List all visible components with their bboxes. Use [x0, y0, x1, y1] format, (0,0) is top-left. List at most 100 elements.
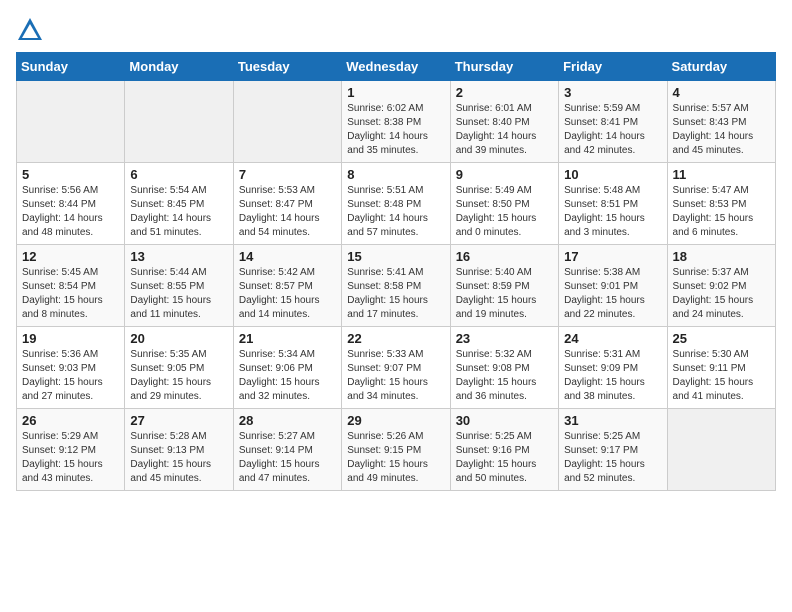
day-cell: 29 Sunrise: 5:26 AM Sunset: 9:15 PM Dayli…: [342, 409, 450, 491]
day-number: 27: [130, 413, 227, 428]
header-cell-thursday: Thursday: [450, 53, 558, 81]
day-info: Sunrise: 5:35 AM Sunset: 9:05 PM Dayligh…: [130, 348, 227, 404]
day-cell: 11 Sunrise: 5:47 AM Sunset: 8:53 PM Dayli…: [667, 163, 775, 245]
day-info: Sunrise: 5:30 AM Sunset: 9:11 PM Dayligh…: [673, 348, 770, 404]
day-info: Sunrise: 5:49 AM Sunset: 8:50 PM Dayligh…: [456, 184, 553, 240]
day-cell: 5 Sunrise: 5:56 AM Sunset: 8:44 PM Daylig…: [17, 163, 125, 245]
header-cell-wednesday: Wednesday: [342, 53, 450, 81]
day-number: 23: [456, 331, 553, 346]
day-cell: 26Sunrise: 5:29 AM Sunset: 9:12 PM Dayli…: [17, 409, 125, 491]
day-number: 16: [456, 249, 553, 264]
header-cell-tuesday: Tuesday: [233, 53, 341, 81]
day-info: Sunrise: 5:59 AM Sunset: 8:41 PM Dayligh…: [564, 102, 661, 158]
day-cell: [667, 409, 775, 491]
day-number: 28: [239, 413, 336, 428]
day-cell: 23Sunrise: 5:32 AM Sunset: 9:08 PM Dayli…: [450, 327, 558, 409]
day-cell: 27 Sunrise: 5:28 AM Sunset: 9:13 PM Dayli…: [125, 409, 233, 491]
day-info: Sunrise: 5:53 AM Sunset: 8:47 PM Dayligh…: [239, 184, 336, 240]
day-info: Sunrise: 5:44 AM Sunset: 8:55 PM Dayligh…: [130, 266, 227, 322]
header-cell-saturday: Saturday: [667, 53, 775, 81]
day-number: 19: [22, 331, 119, 346]
day-info: Sunrise: 5:27 AM Sunset: 9:14 PM Dayligh…: [239, 430, 336, 486]
day-info: Sunrise: 5:29 AM Sunset: 9:12 PM Dayligh…: [22, 430, 119, 486]
day-cell: 20 Sunrise: 5:35 AM Sunset: 9:05 PM Dayli…: [125, 327, 233, 409]
day-info: Sunrise: 6:01 AM Sunset: 8:40 PM Dayligh…: [456, 102, 553, 158]
day-info: Sunrise: 5:34 AM Sunset: 9:06 PM Dayligh…: [239, 348, 336, 404]
day-number: 24: [564, 331, 661, 346]
day-info: Sunrise: 5:48 AM Sunset: 8:51 PM Dayligh…: [564, 184, 661, 240]
day-info: Sunrise: 5:37 AM Sunset: 9:02 PM Dayligh…: [673, 266, 770, 322]
day-info: Sunrise: 5:31 AM Sunset: 9:09 PM Dayligh…: [564, 348, 661, 404]
logo-icon: [16, 16, 44, 44]
day-number: 9: [456, 167, 553, 182]
day-cell: 19Sunrise: 5:36 AM Sunset: 9:03 PM Dayli…: [17, 327, 125, 409]
day-cell: 28 Sunrise: 5:27 AM Sunset: 9:14 PM Dayli…: [233, 409, 341, 491]
day-info: Sunrise: 6:02 AM Sunset: 8:38 PM Dayligh…: [347, 102, 444, 158]
day-info: Sunrise: 5:42 AM Sunset: 8:57 PM Dayligh…: [239, 266, 336, 322]
day-number: 17: [564, 249, 661, 264]
week-row-4: 19Sunrise: 5:36 AM Sunset: 9:03 PM Dayli…: [17, 327, 776, 409]
day-cell: 31 Sunrise: 5:25 AM Sunset: 9:17 PM Dayli…: [559, 409, 667, 491]
day-cell: 4 Sunrise: 5:57 AM Sunset: 8:43 PM Daylig…: [667, 81, 775, 163]
day-cell: 9 Sunrise: 5:49 AM Sunset: 8:50 PM Daylig…: [450, 163, 558, 245]
day-number: 30: [456, 413, 553, 428]
day-number: 12: [22, 249, 119, 264]
day-cell: [125, 81, 233, 163]
day-number: 15: [347, 249, 444, 264]
day-info: Sunrise: 5:25 AM Sunset: 9:17 PM Dayligh…: [564, 430, 661, 486]
day-cell: 25 Sunrise: 5:30 AM Sunset: 9:11 PM Dayli…: [667, 327, 775, 409]
day-number: 20: [130, 331, 227, 346]
day-cell: 22 Sunrise: 5:33 AM Sunset: 9:07 PM Dayli…: [342, 327, 450, 409]
day-cell: 3 Sunrise: 5:59 AM Sunset: 8:41 PM Daylig…: [559, 81, 667, 163]
logo: [16, 16, 48, 44]
day-cell: 24 Sunrise: 5:31 AM Sunset: 9:09 PM Dayli…: [559, 327, 667, 409]
day-info: Sunrise: 5:33 AM Sunset: 9:07 PM Dayligh…: [347, 348, 444, 404]
day-number: 2: [456, 85, 553, 100]
day-cell: 7 Sunrise: 5:53 AM Sunset: 8:47 PM Daylig…: [233, 163, 341, 245]
day-info: Sunrise: 5:47 AM Sunset: 8:53 PM Dayligh…: [673, 184, 770, 240]
day-number: 21: [239, 331, 336, 346]
day-number: 25: [673, 331, 770, 346]
day-number: 22: [347, 331, 444, 346]
day-info: Sunrise: 5:26 AM Sunset: 9:15 PM Dayligh…: [347, 430, 444, 486]
day-number: 10: [564, 167, 661, 182]
week-row-3: 12Sunrise: 5:45 AM Sunset: 8:54 PM Dayli…: [17, 245, 776, 327]
day-number: 5: [22, 167, 119, 182]
day-info: Sunrise: 5:25 AM Sunset: 9:16 PM Dayligh…: [456, 430, 553, 486]
day-number: 8: [347, 167, 444, 182]
day-cell: [233, 81, 341, 163]
day-cell: 1Sunrise: 6:02 AM Sunset: 8:38 PM Daylig…: [342, 81, 450, 163]
day-cell: 14 Sunrise: 5:42 AM Sunset: 8:57 PM Dayli…: [233, 245, 341, 327]
day-number: 31: [564, 413, 661, 428]
header-row: SundayMondayTuesdayWednesdayThursdayFrid…: [17, 53, 776, 81]
day-cell: [17, 81, 125, 163]
day-number: 11: [673, 167, 770, 182]
day-cell: 21 Sunrise: 5:34 AM Sunset: 9:06 PM Dayli…: [233, 327, 341, 409]
header-cell-monday: Monday: [125, 53, 233, 81]
day-info: Sunrise: 5:28 AM Sunset: 9:13 PM Dayligh…: [130, 430, 227, 486]
header-cell-sunday: Sunday: [17, 53, 125, 81]
day-info: Sunrise: 5:41 AM Sunset: 8:58 PM Dayligh…: [347, 266, 444, 322]
day-cell: 8 Sunrise: 5:51 AM Sunset: 8:48 PM Daylig…: [342, 163, 450, 245]
day-number: 6: [130, 167, 227, 182]
calendar-table: SundayMondayTuesdayWednesdayThursdayFrid…: [16, 52, 776, 491]
day-info: Sunrise: 5:38 AM Sunset: 9:01 PM Dayligh…: [564, 266, 661, 322]
week-row-2: 5 Sunrise: 5:56 AM Sunset: 8:44 PM Daylig…: [17, 163, 776, 245]
page-header: [16, 16, 776, 44]
day-number: 14: [239, 249, 336, 264]
day-cell: 12Sunrise: 5:45 AM Sunset: 8:54 PM Dayli…: [17, 245, 125, 327]
day-number: 4: [673, 85, 770, 100]
day-cell: 18 Sunrise: 5:37 AM Sunset: 9:02 PM Dayli…: [667, 245, 775, 327]
day-info: Sunrise: 5:54 AM Sunset: 8:45 PM Dayligh…: [130, 184, 227, 240]
day-number: 18: [673, 249, 770, 264]
day-number: 29: [347, 413, 444, 428]
day-info: Sunrise: 5:57 AM Sunset: 8:43 PM Dayligh…: [673, 102, 770, 158]
day-info: Sunrise: 5:56 AM Sunset: 8:44 PM Dayligh…: [22, 184, 119, 240]
day-info: Sunrise: 5:51 AM Sunset: 8:48 PM Dayligh…: [347, 184, 444, 240]
day-cell: 13Sunrise: 5:44 AM Sunset: 8:55 PM Dayli…: [125, 245, 233, 327]
week-row-5: 26Sunrise: 5:29 AM Sunset: 9:12 PM Dayli…: [17, 409, 776, 491]
day-cell: 30 Sunrise: 5:25 AM Sunset: 9:16 PM Dayli…: [450, 409, 558, 491]
day-number: 3: [564, 85, 661, 100]
day-number: 7: [239, 167, 336, 182]
day-cell: 17 Sunrise: 5:38 AM Sunset: 9:01 PM Dayli…: [559, 245, 667, 327]
